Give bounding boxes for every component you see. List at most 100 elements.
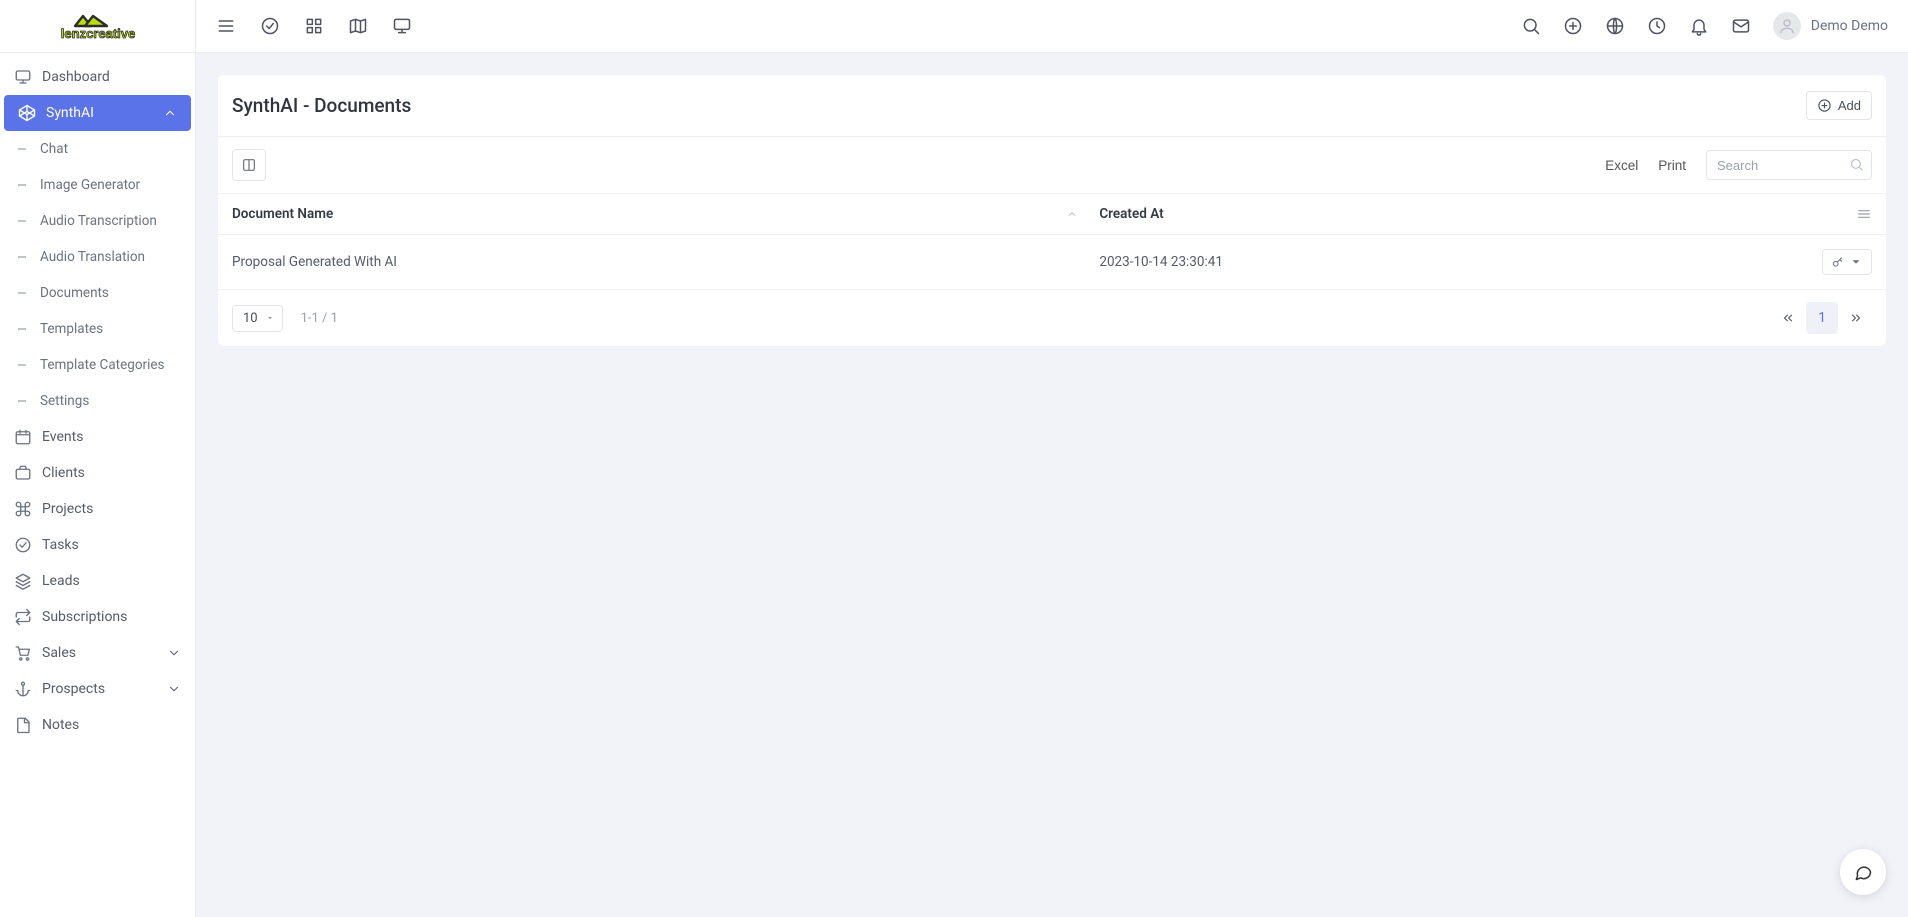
briefcase-icon (14, 464, 32, 482)
table-header-row: Document Name Created At (218, 194, 1886, 235)
monitor-icon (392, 16, 412, 36)
page-title: SynthAI - Documents (232, 94, 411, 117)
display-button[interactable] (392, 16, 412, 36)
export-excel-button[interactable]: Excel (1595, 152, 1648, 179)
sidebar-sub-documents[interactable]: Documents (0, 275, 195, 311)
add-button[interactable] (1563, 16, 1583, 36)
sidebar-item-prospects[interactable]: Prospects (0, 671, 195, 707)
plus-circle-icon (1817, 98, 1832, 113)
check-circle-icon (14, 536, 32, 554)
messages-button[interactable] (1731, 16, 1751, 36)
column-header-name[interactable]: Document Name (218, 194, 1085, 235)
chevron-down-icon (167, 682, 181, 696)
dash-icon (18, 364, 26, 366)
sidebar-item-label: Notes (42, 717, 79, 733)
bell-icon (1689, 16, 1709, 36)
topbar: Demo Demo (196, 0, 1908, 53)
sidebar-sub-audio-translation[interactable]: Audio Translation (0, 239, 195, 275)
documents-card: SynthAI - Documents Add Excel Print (218, 75, 1886, 346)
cell-created: 2023-10-14 23:30:41 (1085, 235, 1808, 290)
user-name: Demo Demo (1811, 18, 1888, 34)
search-wrap (1706, 150, 1872, 180)
notifications-button[interactable] (1689, 16, 1709, 36)
row-actions-button[interactable] (1822, 249, 1872, 275)
map-icon (348, 16, 368, 36)
brand-logo[interactable]: lenzcreative (0, 0, 195, 53)
sidebar-sub-label: Templates (40, 321, 103, 337)
cart-icon (14, 644, 32, 662)
sidebar-item-clients[interactable]: Clients (0, 455, 195, 491)
user-icon (1778, 17, 1796, 35)
page-size-select[interactable]: 10 (232, 305, 283, 332)
calendar-icon (14, 428, 32, 446)
search-icon (1849, 157, 1864, 172)
pager-last-button[interactable] (1840, 302, 1872, 334)
anchor-icon (14, 680, 32, 698)
nav: Dashboard SynthAI Chat Image Generator A… (0, 53, 195, 749)
column-header-actions[interactable] (1808, 194, 1886, 235)
sidebar-item-events[interactable]: Events (0, 419, 195, 455)
logo-icon: lenzcreative (33, 10, 163, 42)
sidebar-sub-label: Chat (40, 141, 68, 157)
search-button[interactable] (1521, 16, 1541, 36)
sidebar-item-dashboard[interactable]: Dashboard (0, 59, 195, 95)
user-menu[interactable]: Demo Demo (1773, 12, 1888, 40)
plus-circle-icon (1563, 16, 1583, 36)
globe-icon (1605, 16, 1625, 36)
sidebar-item-projects[interactable]: Projects (0, 491, 195, 527)
sidebar-item-subscriptions[interactable]: Subscriptions (0, 599, 195, 635)
dash-icon (18, 328, 26, 330)
sidebar-sub-template-categories[interactable]: Template Categories (0, 347, 195, 383)
sort-asc-icon (1067, 209, 1077, 219)
chat-icon (1853, 862, 1873, 882)
sidebar-item-synthai[interactable]: SynthAI (4, 95, 191, 131)
avatar (1773, 12, 1801, 40)
sidebar-item-tasks[interactable]: Tasks (0, 527, 195, 563)
sidebar-item-leads[interactable]: Leads (0, 563, 195, 599)
sidebar-item-sales[interactable]: Sales (0, 635, 195, 671)
add-document-button[interactable]: Add (1806, 91, 1872, 120)
apps-button[interactable] (304, 16, 324, 36)
card-footer: 10 1-1 / 1 1 (218, 290, 1886, 346)
language-button[interactable] (1605, 16, 1625, 36)
pager-first-button[interactable] (1772, 302, 1804, 334)
chat-fab[interactable] (1840, 849, 1886, 895)
columns-toggle-button[interactable] (232, 149, 266, 181)
column-header-created[interactable]: Created At (1085, 194, 1808, 235)
svg-text:lenzcreative: lenzcreative (60, 26, 134, 41)
chevron-down-icon (167, 646, 181, 660)
history-button[interactable] (1647, 16, 1667, 36)
card-header: SynthAI - Documents Add (218, 75, 1886, 137)
table-row[interactable]: Proposal Generated With AI 2023-10-14 23… (218, 235, 1886, 290)
sidebar-sub-chat[interactable]: Chat (0, 131, 195, 167)
clock-icon (1647, 16, 1667, 36)
sidebar-sub-settings[interactable]: Settings (0, 383, 195, 419)
chevrons-right-icon (1849, 311, 1863, 325)
map-button[interactable] (348, 16, 368, 36)
menu-icon (216, 16, 236, 36)
sidebar-item-notes[interactable]: Notes (0, 707, 195, 743)
sidebar-item-label: Prospects (42, 681, 105, 697)
sidebar-sub-label: Template Categories (40, 357, 165, 373)
search-input[interactable] (1706, 150, 1872, 180)
codepen-icon (18, 104, 36, 122)
sidebar-item-label: Dashboard (42, 69, 110, 85)
topbar-right: Demo Demo (1521, 12, 1888, 40)
sidebar-sub-label: Audio Transcription (40, 213, 157, 229)
sidebar-sub-image-generator[interactable]: Image Generator (0, 167, 195, 203)
export-print-button[interactable]: Print (1648, 152, 1696, 179)
dash-icon (18, 256, 26, 258)
sidebar: lenzcreative Dashboard SynthAI Chat Imag… (0, 0, 196, 917)
dash-icon (18, 184, 26, 186)
caret-down-icon (266, 314, 274, 322)
content: SynthAI - Documents Add Excel Print (196, 53, 1908, 368)
tasks-shortcut-button[interactable] (260, 16, 280, 36)
sidebar-sub-templates[interactable]: Templates (0, 311, 195, 347)
sidebar-sub-label: Image Generator (40, 177, 140, 193)
menu-toggle-button[interactable] (216, 16, 236, 36)
repeat-icon (14, 608, 32, 626)
pager-page-1[interactable]: 1 (1806, 302, 1838, 334)
sidebar-sub-audio-transcription[interactable]: Audio Transcription (0, 203, 195, 239)
sidebar-sub-label: Settings (40, 393, 89, 409)
sidebar-item-label: Subscriptions (42, 609, 127, 625)
